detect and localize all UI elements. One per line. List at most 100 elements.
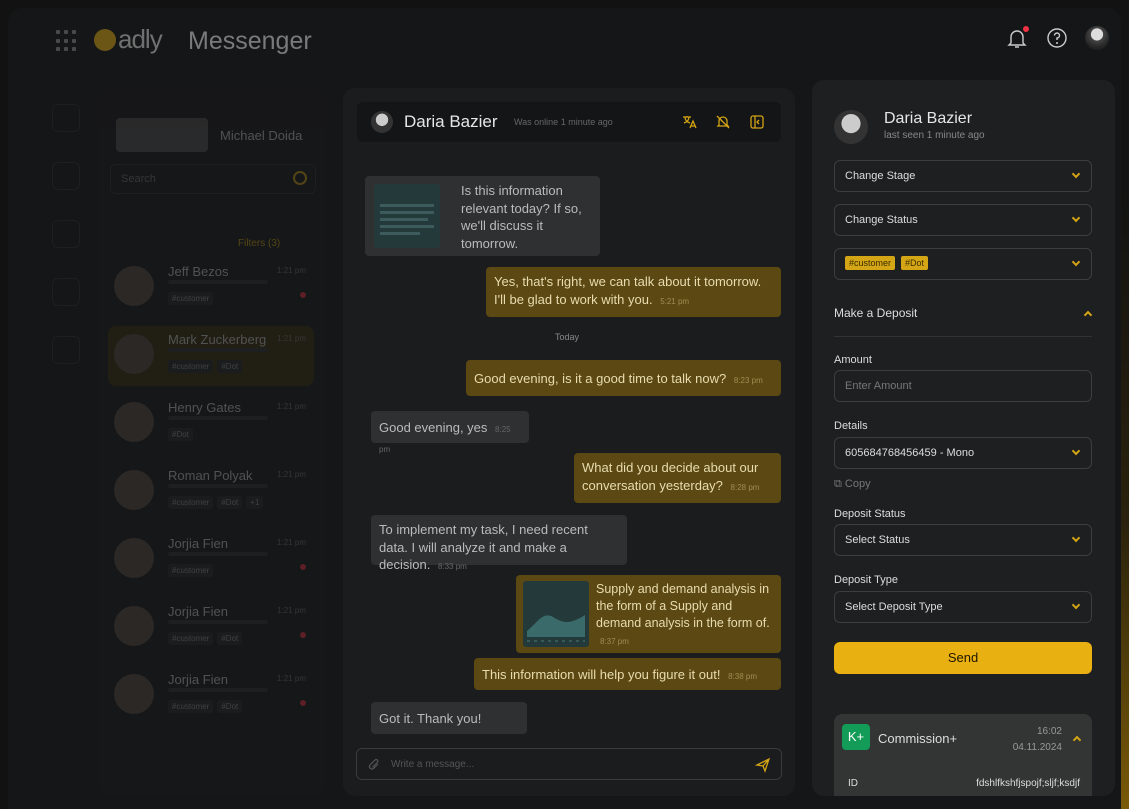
contact-tag: #customer [168,292,214,305]
select-value: 605684768456459 - Mono [845,447,975,459]
chevron-down-icon [1071,533,1081,543]
contact-item[interactable]: Henry Gates 1:21 pm #Dot [108,394,314,454]
message-text: Good evening, yes [379,420,488,435]
deposit-status-select[interactable]: Select Status [834,524,1092,556]
message-text: Supply and demand analysis in the form o… [596,582,770,630]
contact-time: 1:21 pm [277,606,306,615]
help-icon[interactable] [1045,26,1069,50]
copy-icon: ⧉ [834,478,842,490]
contact-preview [168,688,268,692]
deposit-type-select[interactable]: Select Deposit Type [834,591,1092,623]
select-value: Select Status [845,534,910,546]
message-time: 8:28 pm [730,482,760,492]
message-outgoing: Good evening, is it a good time to talk … [466,360,781,396]
rail-item[interactable] [52,104,80,132]
message-outgoing: Yes, that's right, we can talk about it … [486,267,781,317]
amount-label: Amount [834,354,872,366]
rail-item[interactable] [52,162,80,190]
deposit-status-label: Deposit Status [834,508,906,520]
attach-icon[interactable] [367,758,381,772]
select-value: Change Status [845,214,918,226]
commission-name: Commission+ [878,731,958,746]
tag-chip[interactable]: #customer [845,256,896,270]
contact-name: Mark Zuckerberg [168,332,267,347]
details-select[interactable]: 605684768456459 - Mono [834,437,1092,469]
message-chart-thumbnail[interactable] [523,581,589,647]
mute-icon[interactable] [715,114,731,130]
send-button[interactable]: Send [834,642,1092,674]
contact-avatar [114,266,154,306]
change-stage-select[interactable]: Change Stage [834,160,1092,192]
contact-name: Jorjia Fien [168,672,228,687]
contact-item[interactable]: Jorjia Fien 1:21 pm #customer #Dot [108,666,314,726]
chat-header: Daria Bazier Was online 1 minute ago [357,102,781,142]
commission-icon: K+ [842,724,870,750]
contact-time: 1:21 pm [277,402,306,411]
unread-dot [300,292,306,298]
commission-datetime: 16:02 04.11.2024 [1013,724,1062,756]
rail-item[interactable] [52,278,80,306]
contact-tag: #Dot [217,360,243,373]
rail-item[interactable] [52,220,80,248]
bell-icon[interactable] [1005,26,1029,50]
contact-item[interactable]: Jorjia Fien 1:21 pm #customer #Dot [108,598,314,658]
contact-avatar [114,674,154,714]
amount-input[interactable]: Enter Amount [834,370,1092,402]
user-avatar[interactable] [1085,26,1109,50]
contact-tag: #customer [168,632,214,645]
contact-tag: #customer [168,360,214,373]
commission-date: 04.11.2024 [1012,742,1062,753]
change-status-select[interactable]: Change Status [834,204,1092,236]
contact-avatar [114,402,154,442]
rail-item[interactable] [52,336,80,364]
contact-name: Jorjia Fien [168,536,228,551]
contact-time: 1:21 pm [277,674,306,683]
tag-chip[interactable]: #Dot [901,256,929,270]
commission-card[interactable]: K+ Commission+ 16:02 04.11.2024 ID fdshl… [834,714,1092,796]
current-user[interactable]: Michael Doida [116,118,312,152]
message-input[interactable]: Write a message... [356,748,782,780]
logo: adly [94,24,163,55]
contact-tag: #customer [168,564,214,577]
message-time: 8:23 pm [733,376,763,385]
tags-select[interactable]: #customer #Dot [834,248,1092,280]
contact-item[interactable]: Jeff Bezos 1:21 pm #customer [108,258,314,318]
panel-toggle-icon[interactable] [749,114,765,130]
contact-preview [168,280,268,284]
deposit-section-title[interactable]: Make a Deposit [834,306,917,320]
panel-contact-name: Daria Bazier [884,110,973,127]
contact-name: Roman Polyak [168,468,253,483]
contact-preview [168,484,268,488]
contact-name: Jorjia Fien [168,604,228,619]
contact-list-panel: Michael Doida Search Filters (3) Jeff Be… [98,88,326,796]
message-incoming: Good evening, yes 8:25 pm [371,411,529,454]
contact-item[interactable]: Jorjia Fien 1:21 pm #customer [108,530,314,590]
chevron-down-icon [1071,600,1081,610]
current-user-avatar [116,118,208,152]
apps-grid-icon[interactable] [56,30,78,52]
message-text: Got it. Thank you! [379,711,482,726]
contact-avatar [114,334,154,374]
app-title: Messenger [188,27,312,55]
contact-item-active[interactable]: Mark Zuckerberg 1:21 pm #customer #Dot [108,326,314,386]
message-image-thumbnail[interactable] [374,184,440,248]
date-divider: Today [555,332,580,342]
message-time: 5:21 pm [660,296,690,306]
contact-time: 1:21 pm [277,470,306,479]
chat-contact-status: Was online 1 minute ago [514,117,613,127]
filters-button[interactable]: Filters (3) [238,238,280,249]
panel-header: Daria Bazier last seen 1 minute ago [834,110,985,144]
message-outgoing: This information will help you figure it… [474,658,781,690]
chevron-up-icon[interactable] [1083,310,1093,320]
send-message-icon[interactable] [755,757,771,773]
divider [834,336,1092,337]
contact-search-input[interactable]: Search [110,164,316,194]
translate-icon[interactable] [681,114,697,130]
chevron-up-icon[interactable] [1072,735,1082,745]
message-outgoing: What did you decide about our conversati… [574,453,781,503]
chat-panel: Daria Bazier Was online 1 minute ago Is … [343,88,795,796]
copy-button[interactable]: ⧉ Copy [834,478,871,491]
message-incoming: Got it. Thank you! [371,702,527,734]
contact-avatar [114,470,154,510]
contact-item[interactable]: Roman Polyak 1:21 pm #customer #Dot +1 [108,462,314,522]
